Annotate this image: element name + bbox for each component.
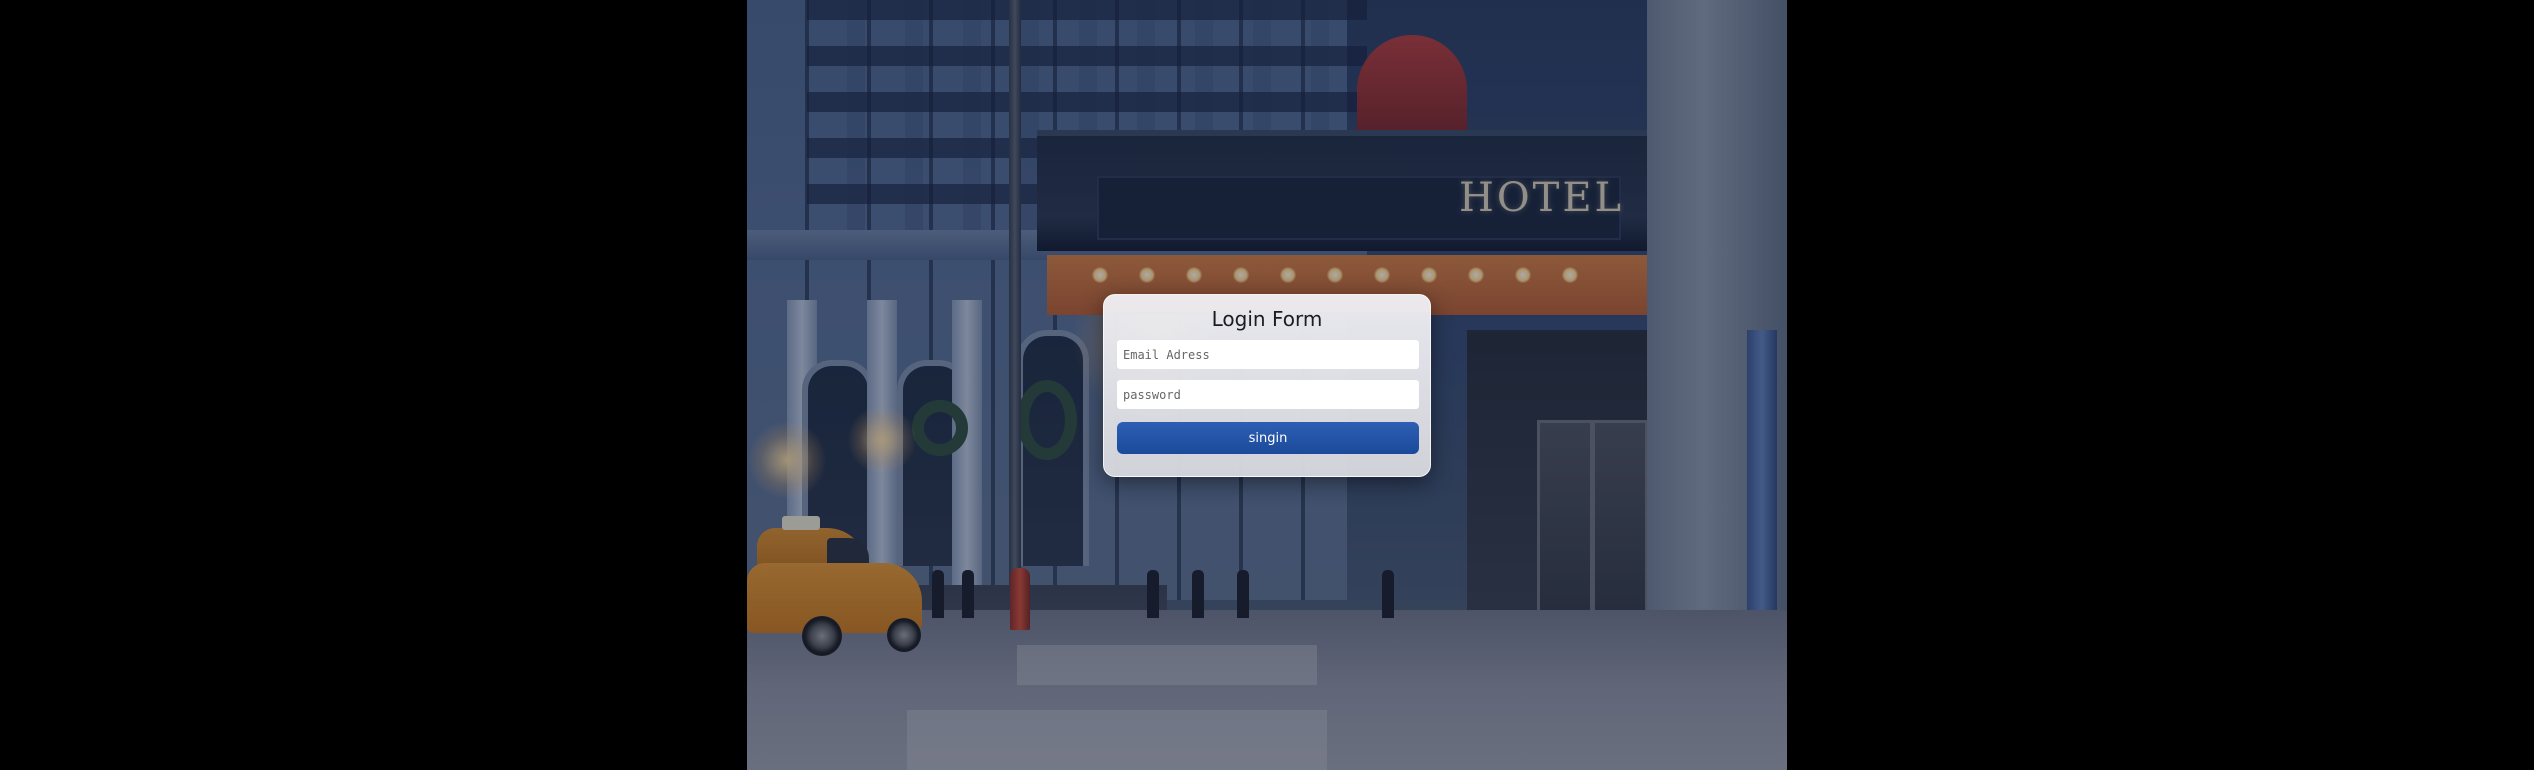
password-field[interactable] [1117,380,1419,409]
login-form: Login Form singin [1103,294,1431,477]
login-title: Login Form [1211,307,1323,331]
signin-button[interactable]: singin [1117,422,1419,454]
email-field[interactable] [1117,340,1419,369]
